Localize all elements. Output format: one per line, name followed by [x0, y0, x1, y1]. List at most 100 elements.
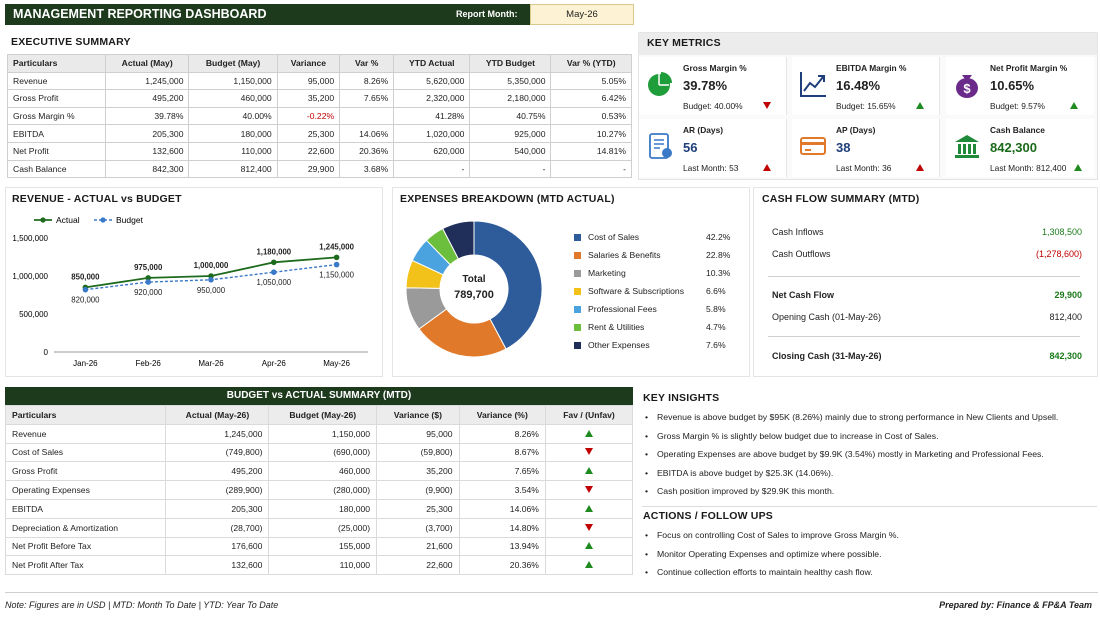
table-row: Gross Profit 495,200 460,000 35,200 7.65% 2,3…: [7, 89, 632, 108]
table-cell: 0.53%: [550, 106, 632, 126]
table-cell: 20.36%: [458, 555, 546, 576]
metric-value: 16.48%: [836, 78, 881, 93]
table-cell: [339, 106, 395, 126]
invoice-icon: [645, 131, 675, 161]
table-cell: Depreciation & Amortization: [4, 517, 167, 538]
legend-name: Software & Subscriptions: [588, 286, 685, 296]
table-row: Revenue 1,245,000 1,150,000 95,000 8.26% 5,62…: [7, 71, 632, 91]
trend-up-icon: [763, 164, 771, 171]
table-row: EBITDA 205,300 180,000 25,300 14.06%: [4, 498, 634, 519]
table-row: Net Profit After Tax 132,600 110,000 22,600…: [4, 555, 634, 576]
bva-header: BUDGET vs ACTUAL SUMMARY (MTD): [5, 387, 633, 405]
table-cell: 8.67%: [458, 442, 546, 463]
table-cell: 1,245,000: [165, 423, 270, 444]
table-cell: 8.26%: [458, 423, 546, 444]
closing-cash-label: Closing Cash (31-May-26): [772, 351, 882, 361]
y-tick-label: 1,500,000: [12, 234, 48, 243]
legend-item: Cost of Sales 42.2%: [574, 231, 744, 245]
bank-icon: [952, 131, 982, 161]
table-row: Operating Expenses (289,900) (280,000) (9,9…: [4, 480, 634, 500]
legend-swatch: [574, 324, 581, 331]
favorable-up-icon: [584, 542, 593, 550]
key-insights-list: Revenue is above budget by $95K (8.26%) …: [643, 412, 1098, 505]
legend-budget: Budget: [116, 215, 144, 225]
report-month-value: May-26: [566, 9, 598, 20]
data-point: [82, 286, 89, 293]
legend-name: Cost of Sales: [588, 232, 640, 242]
key-insights-panel: KEY INSIGHTS Revenue is above budget by …: [642, 388, 1098, 500]
data-point: [208, 277, 214, 283]
table-cell: 7.65%: [458, 461, 546, 482]
key-insights-title: KEY INSIGHTS: [643, 392, 720, 404]
table-cell: Gross Margin %: [7, 106, 106, 126]
favorable-up-icon: [584, 561, 593, 569]
table-cell: 6.42%: [550, 89, 632, 108]
table-cell: 21,600: [376, 536, 460, 557]
favorable-up-icon: [584, 467, 593, 475]
legend-swatch: [574, 288, 581, 295]
table-cell: 460,000: [188, 89, 278, 108]
data-point: [145, 279, 151, 285]
table-cell: 176,600: [165, 536, 270, 557]
metric-card: Gross Margin % 39.78% Budget: 40.00%: [639, 57, 787, 115]
unfavorable-down-icon: [584, 486, 593, 494]
fav-cell: [544, 517, 634, 538]
data-label: 1,150,000: [319, 271, 354, 280]
donut-center-value: 789,700: [454, 289, 494, 301]
bva-col-header: Actual (May-26): [165, 405, 270, 425]
report-month-label: Report Month:: [456, 9, 518, 19]
metric-value: 842,300: [990, 140, 1037, 155]
legend-item: Software & Subscriptions 6.6%: [574, 285, 744, 299]
y-tick-label: 0: [44, 348, 49, 357]
table-cell: 29,900: [276, 159, 341, 179]
report-month-select[interactable]: May-26: [530, 4, 634, 25]
trend-up-icon: [916, 164, 924, 171]
expenses-panel: EXPENSES BREAKDOWN (MTD ACTUAL) Total 78…: [392, 187, 750, 377]
trend-up-icon: [1070, 102, 1078, 109]
exec-col-header: Variance: [276, 54, 341, 73]
footer-divider: [5, 592, 1098, 593]
legend-pct: 7.6%: [706, 340, 726, 350]
x-tick-label: Mar-26: [198, 359, 224, 368]
table-cell: (25,000): [268, 517, 378, 538]
table-row: Depreciation & Amortization (28,700) (25,0…: [4, 517, 634, 538]
data-label: 950,000: [197, 286, 226, 295]
fav-cell: [544, 555, 634, 576]
table-cell: 495,200: [104, 89, 190, 108]
table-cell: 20.36%: [339, 141, 395, 161]
key-metrics-title: KEY METRICS: [647, 37, 721, 49]
metric-subtext: Budget: 9.57%: [990, 101, 1045, 111]
metric-label: Net Profit Margin %: [990, 63, 1068, 73]
legend-pct: 6.6%: [706, 286, 726, 296]
table-cell: 13.94%: [458, 536, 546, 557]
metric-value: 38: [836, 140, 851, 155]
legend-pct: 4.7%: [706, 322, 726, 332]
data-label: 1,245,000: [319, 242, 354, 251]
legend-pct: 10.3%: [706, 268, 731, 278]
metric-card: AR (Days) 56 Last Month: 53: [639, 119, 787, 177]
legend-name: Rent & Utilities: [588, 322, 645, 332]
x-tick-label: Jan-26: [73, 359, 98, 368]
trend-up-icon: [1074, 164, 1082, 171]
svg-text:$: $: [963, 81, 971, 96]
chart-legend: Actual Budget: [34, 215, 144, 225]
y-tick-label: 1,000,000: [12, 272, 48, 281]
exec-col-header: Actual (May): [104, 54, 190, 73]
table-cell: 1,150,000: [268, 423, 378, 444]
table-cell: 132,600: [165, 555, 270, 576]
table-cell: Revenue: [4, 423, 167, 444]
table-cell: 1,245,000: [104, 71, 190, 91]
data-label: 850,000: [71, 272, 100, 281]
table-cell: 110,000: [188, 141, 278, 161]
table-cell: 205,300: [104, 124, 190, 143]
insight-item: Revenue is above budget by $95K (8.26%) …: [643, 412, 1098, 431]
cash-flow-divider-2: [768, 336, 1080, 337]
bva-title: BUDGET vs ACTUAL SUMMARY (MTD): [226, 390, 412, 401]
table-row: Gross Margin % 39.78% 40.00% -0.22% 41.28% 40…: [7, 106, 632, 126]
actions-list: Focus on controlling Cost of Sales to im…: [643, 530, 1098, 586]
report-month-label-box: Report Month:: [450, 4, 530, 25]
table-row: Revenue 1,245,000 1,150,000 95,000 8.26%: [4, 423, 634, 444]
metric-value: 56: [683, 140, 698, 155]
bva-col-header: Budget (May-26): [268, 405, 378, 425]
metric-label: AP (Days): [836, 125, 876, 135]
